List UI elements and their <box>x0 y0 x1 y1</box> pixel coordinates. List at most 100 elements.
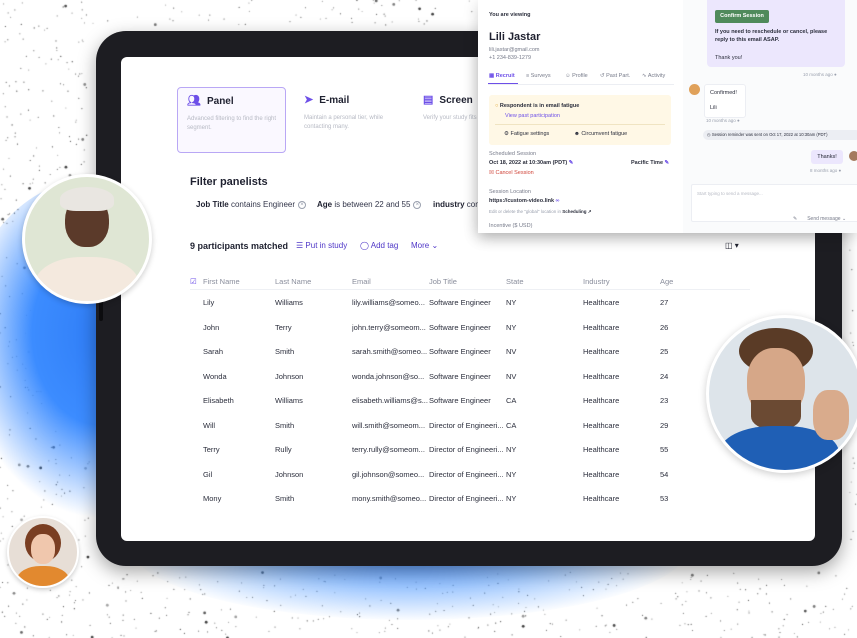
fatigue-title-row: ○ Respondent is in email fatigue <box>495 103 579 109</box>
tag-icon: ◯ <box>360 241 369 250</box>
edit-icon[interactable]: ✎ <box>665 160 670 166</box>
circumvent-label: Circumvent fatigue <box>581 131 628 137</box>
cancel-session-label: Cancel Session <box>495 170 534 176</box>
tab-activity[interactable]: ∿ Activity <box>642 73 665 79</box>
column-industry[interactable]: Industry <box>583 277 610 286</box>
users-icon: 👥︎ <box>187 95 201 107</box>
participant-phone: +1 234-839-1279 <box>489 55 532 61</box>
shirt-shape <box>35 257 139 301</box>
cell-industry: Healthcare <box>583 347 620 356</box>
message-time: 10 months ago ● <box>706 118 740 123</box>
cell-industry: Healthcare <box>583 322 620 332</box>
scheduling-link[interactable]: Scheduling ↗ <box>562 209 591 214</box>
cell-industry: Healthcare <box>583 445 620 454</box>
link-icon[interactable]: ∞ <box>556 198 560 204</box>
filter-chip-industry[interactable]: industry con <box>433 200 480 209</box>
tab-past-part-label: Past Part. <box>606 73 631 79</box>
put-in-study-button[interactable]: ☰ Put in study <box>296 241 347 250</box>
face-shape <box>31 534 55 564</box>
send-label: Send message <box>807 216 841 222</box>
tab-screen-desc: Verify your study fits perfect participa… <box>423 115 484 121</box>
session-location-label: Session Location <box>489 189 531 195</box>
cell-email: sarah.smith@someo... <box>352 347 428 356</box>
tab-past-part[interactable]: ↺ Past Part. <box>600 73 630 79</box>
cell-age: 54 <box>660 469 669 479</box>
chip-field: Age <box>317 200 333 209</box>
cell-first-name: Will <box>203 420 216 430</box>
location-hint-text: Edit or delete the "global" location in <box>489 209 561 214</box>
calendar-icon: ▦ <box>489 73 495 79</box>
incoming-message-bubble: Confirmed! Lili <box>704 84 746 118</box>
fatigue-alert: ○ Respondent is in email fatigue View pa… <box>489 95 671 145</box>
column-email[interactable]: Email <box>352 277 371 286</box>
scheduled-value: Oct 18, 2022 at 10:30am (PDT) <box>489 160 568 166</box>
column-first-name[interactable]: First Name <box>203 277 240 286</box>
cell-first-name: Mony <box>203 494 222 503</box>
cancel-session-button[interactable]: ☒ Cancel Session <box>489 170 534 176</box>
chip-field: industry <box>433 200 465 209</box>
check-icon: ● <box>737 118 740 123</box>
filter-chip-job-title[interactable]: Job Title contains Engineer × <box>196 200 307 209</box>
tab-panel[interactable]: 👥︎ Panel Advanced filtering to find the r… <box>177 87 286 153</box>
column-state[interactable]: State <box>506 277 524 286</box>
cell-age: 27 <box>660 298 669 307</box>
cell-job-title: Director of Engineeri... <box>429 494 504 503</box>
participants-matched: 9 participants matched <box>190 241 289 251</box>
cell-first-name: Elisabeth <box>203 396 234 405</box>
message-thank-you: Thank you! <box>715 55 743 61</box>
time-text: 10 months ago <box>803 72 833 77</box>
remove-filter-icon[interactable]: × <box>413 200 422 209</box>
chip-op: contains <box>230 200 261 209</box>
tab-email[interactable]: ➤ E-mail Maintain a personal tier, while … <box>295 87 407 153</box>
cell-email: john.terry@someom... <box>352 322 426 332</box>
cell-age: 25 <box>660 347 669 356</box>
confirm-session-button[interactable]: Confirm Session <box>715 10 769 23</box>
more-button[interactable]: More ⌄ <box>411 241 438 250</box>
remove-filter-icon[interactable]: × <box>298 200 307 209</box>
cell-state: NV <box>506 347 517 356</box>
fatigue-settings-label: Fatigue settings <box>510 131 550 137</box>
cell-email: gil.johnson@someo... <box>352 469 425 479</box>
list-icon: ≡ <box>526 73 530 79</box>
send-message-button[interactable]: ✎ Send message ⌄ <box>793 216 846 222</box>
cell-industry: Healthcare <box>583 298 620 307</box>
participant-name: Lili Jastar <box>489 31 541 43</box>
columns-toggle-button[interactable]: ◫ ▾ <box>725 241 739 250</box>
cell-job-title: Software Engineer <box>429 396 491 405</box>
cell-state: CA <box>506 420 517 430</box>
column-last-name[interactable]: Last Name <box>275 277 311 286</box>
tab-profile[interactable]: ☺ Profile <box>565 73 588 79</box>
cell-state: CA <box>506 396 517 405</box>
cell-last-name: Johnson <box>275 371 304 381</box>
edit-icon[interactable]: ✎ <box>569 160 574 166</box>
table-divider <box>190 289 750 290</box>
reply-confirmed: Confirmed! <box>710 90 737 96</box>
message-reschedule: If you need to reschedule or cancel, ple… <box>715 29 828 43</box>
tab-recruit-label: Recruit <box>495 73 515 79</box>
cell-last-name: Williams <box>275 396 303 405</box>
circumvent-fatigue-button[interactable]: ☻ Circumvent fatigue <box>574 131 627 137</box>
chip-op: is between <box>334 200 373 209</box>
column-job-title[interactable]: Job Title <box>429 277 457 286</box>
view-past-participation-link[interactable]: View past participation <box>505 113 560 119</box>
cell-first-name: Gil <box>203 469 213 479</box>
add-tag-button[interactable]: ◯ Add tag <box>360 241 398 250</box>
column-age[interactable]: Age <box>660 277 673 286</box>
select-all-checkbox[interactable]: ☑ <box>190 277 197 286</box>
filter-chip-age[interactable]: Age is between 22 and 55 × <box>317 200 422 209</box>
attach-icon[interactable]: ✎ <box>793 216 797 222</box>
tab-screen[interactable]: ▤ Screen Verify your study fits perfect p… <box>414 87 484 153</box>
cell-first-name: Lily <box>203 298 215 307</box>
tab-recruit[interactable]: ▦ Recruit <box>489 73 515 79</box>
cell-email: terry.rully@someom... <box>352 445 425 454</box>
message-time: 10 months ago ● <box>803 72 837 77</box>
history-icon: ↺ <box>600 73 605 79</box>
chip-field: Job Title <box>196 200 229 209</box>
cell-age: 55 <box>660 445 669 454</box>
cell-job-title: Director of Engineeri... <box>429 469 504 479</box>
shirt-shape <box>17 566 69 586</box>
tab-surveys[interactable]: ≡ Surveys <box>526 73 551 79</box>
fatigue-settings-button[interactable]: ⚙ Fatigue settings <box>504 131 549 137</box>
location-hint: Edit or delete the "global" location in … <box>489 209 592 215</box>
tab-profile-label: Profile <box>572 73 588 79</box>
